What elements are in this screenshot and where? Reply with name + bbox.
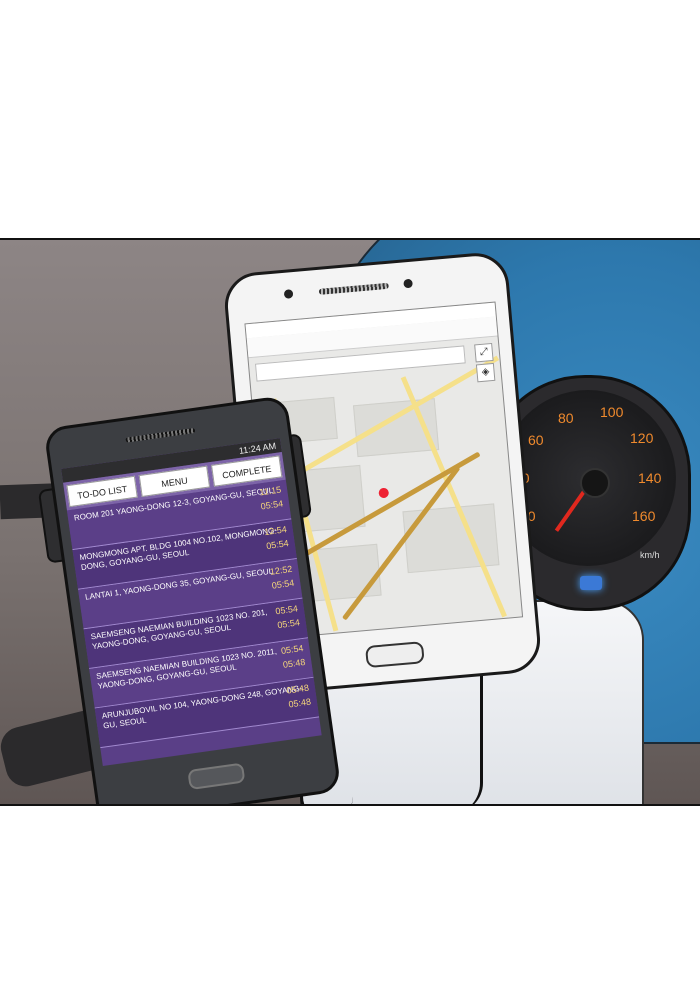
comic-panel: 20 40 60 80 100 120 140 160 km/h (0, 238, 700, 806)
todo-list: ROOM 201 YAONG-DONG 12-3, GOYANG-GU, SEO… (66, 479, 320, 749)
fullscreen-icon[interactable]: ⤢ (474, 342, 494, 363)
item-time: 12:52 (269, 563, 293, 577)
item-time: 05:54 (271, 577, 295, 591)
item-time: 05:54 (265, 538, 290, 552)
item-time: 05:48 (287, 696, 312, 710)
map-road (400, 376, 507, 618)
speed-label: 160 (632, 508, 656, 524)
item-time: 05:54 (276, 617, 301, 631)
speed-label: 120 (630, 430, 654, 446)
speed-label: 60 (528, 432, 544, 448)
todo-screen: 11:24 AM TO-DO LIST MENU COMPLETE ROOM 2… (61, 438, 322, 766)
indicator-light (580, 576, 602, 590)
speed-label: 100 (600, 404, 624, 420)
location-pin-icon[interactable] (378, 487, 390, 499)
needle-hub (580, 468, 610, 498)
item-time: 05:48 (285, 682, 310, 696)
item-time: 05:54 (274, 603, 299, 617)
item-time: 11:15 (258, 484, 282, 498)
speed-label: 80 (558, 410, 574, 426)
speed-unit: km/h (640, 550, 660, 560)
todo-phone: 11:24 AM TO-DO LIST MENU COMPLETE ROOM 2… (37, 394, 342, 804)
item-time: 05:54 (280, 642, 305, 657)
speed-label: 140 (638, 470, 662, 486)
item-time: 05:48 (282, 656, 307, 670)
item-time: 05:54 (260, 498, 284, 512)
layers-icon[interactable]: ◈ (475, 362, 496, 383)
item-time: 12:54 (263, 524, 288, 538)
